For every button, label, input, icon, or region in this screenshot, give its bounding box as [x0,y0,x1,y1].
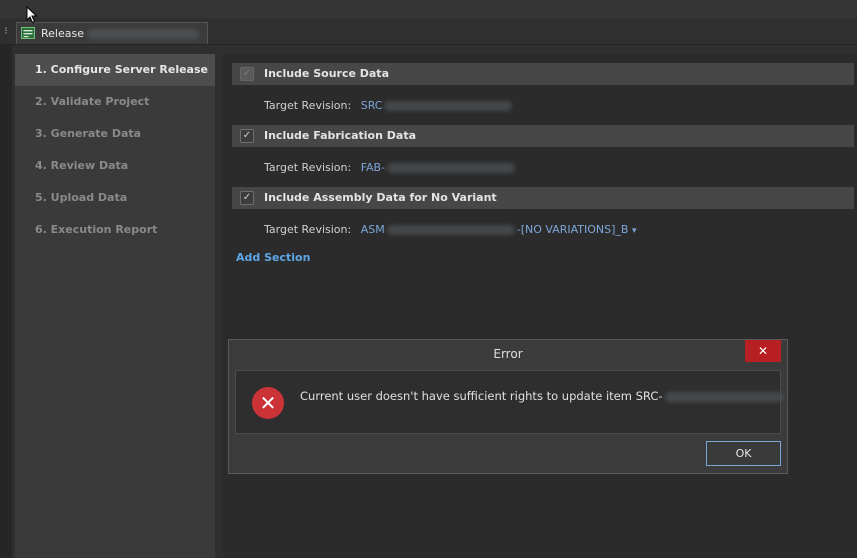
redacted-text [384,101,513,111]
error-dialog: Error ✕ ✕ Current user doesn't have suff… [228,339,788,474]
close-icon[interactable]: ✕ [745,340,781,362]
ok-button[interactable]: OK [706,441,781,466]
error-icon: ✕ [252,387,284,419]
include-fabrication-data-checkbox[interactable]: ✓ [240,129,254,143]
redacted-text [664,391,783,402]
dialog-message-box: ✕ Current user doesn't have sufficient r… [235,370,783,434]
target-revision-label: Target Revision: [264,99,352,112]
release-document-icon [21,27,35,39]
redacted-text [87,29,199,39]
section-source-data: ✓ Include Source Data [232,63,854,85]
section-label: Include Assembly Data for No Variant [264,191,497,204]
section-label: Include Source Data [264,67,389,80]
step-execution-report[interactable]: 6. Execution Report [15,214,215,246]
revision-prefix: FAB- [360,161,386,174]
add-section-link[interactable]: Add Section [236,251,310,264]
chevron-down-icon: ▾ [631,226,637,236]
revision-suffix: -[NO VARIATIONS]_B [516,223,629,236]
message-text: Current user doesn't have sufficient rig… [300,389,663,403]
tab-release[interactable]: Release [16,22,208,44]
redacted-text [387,163,516,173]
mouse-cursor-icon [26,6,38,24]
target-revision-dropdown-fabrication[interactable]: FAB- [361,161,517,174]
step-upload-data[interactable]: 5. Upload Data [15,182,215,214]
target-revision-row: Target Revision: ASM -[NO VARIATIONS]_B ▾ [264,223,636,236]
revision-prefix: SRC [360,99,383,112]
dialog-title: Error [493,347,523,361]
include-source-data-checkbox[interactable]: ✓ [240,67,254,81]
step-review-data[interactable]: 4. Review Data [15,150,215,182]
tab-label: Release [41,27,84,40]
target-revision-label: Target Revision: [264,223,352,236]
redacted-text [386,225,515,235]
section-label: Include Fabrication Data [264,129,416,142]
target-revision-row: Target Revision: SRC [264,99,514,112]
include-assembly-data-checkbox[interactable]: ✓ [240,191,254,205]
target-revision-row: Target Revision: FAB- [264,161,517,174]
section-fabrication-data: ✓ Include Fabrication Data [232,125,854,147]
step-configure-server-release[interactable]: 1. Configure Server Release [15,54,215,86]
dialog-message: Current user doesn't have sufficient rig… [300,389,783,403]
step-generate-data[interactable]: 3. Generate Data [15,118,215,150]
top-bar [0,0,857,18]
section-assembly-data: ✓ Include Assembly Data for No Variant [232,187,854,209]
steps-sidebar: 1. Configure Server Release 2. Validate … [15,54,215,558]
step-validate-project[interactable]: 2. Validate Project [15,86,215,118]
left-panel-strip [0,45,12,558]
target-revision-label: Target Revision: [264,161,352,174]
tab-menu-handle[interactable]: ⁝ [0,22,12,42]
target-revision-dropdown-source[interactable]: SRC [361,99,515,112]
revision-prefix: ASM [360,223,385,236]
target-revision-dropdown-assembly[interactable]: ASM -[NO VARIATIONS]_B ▾ [361,223,637,236]
